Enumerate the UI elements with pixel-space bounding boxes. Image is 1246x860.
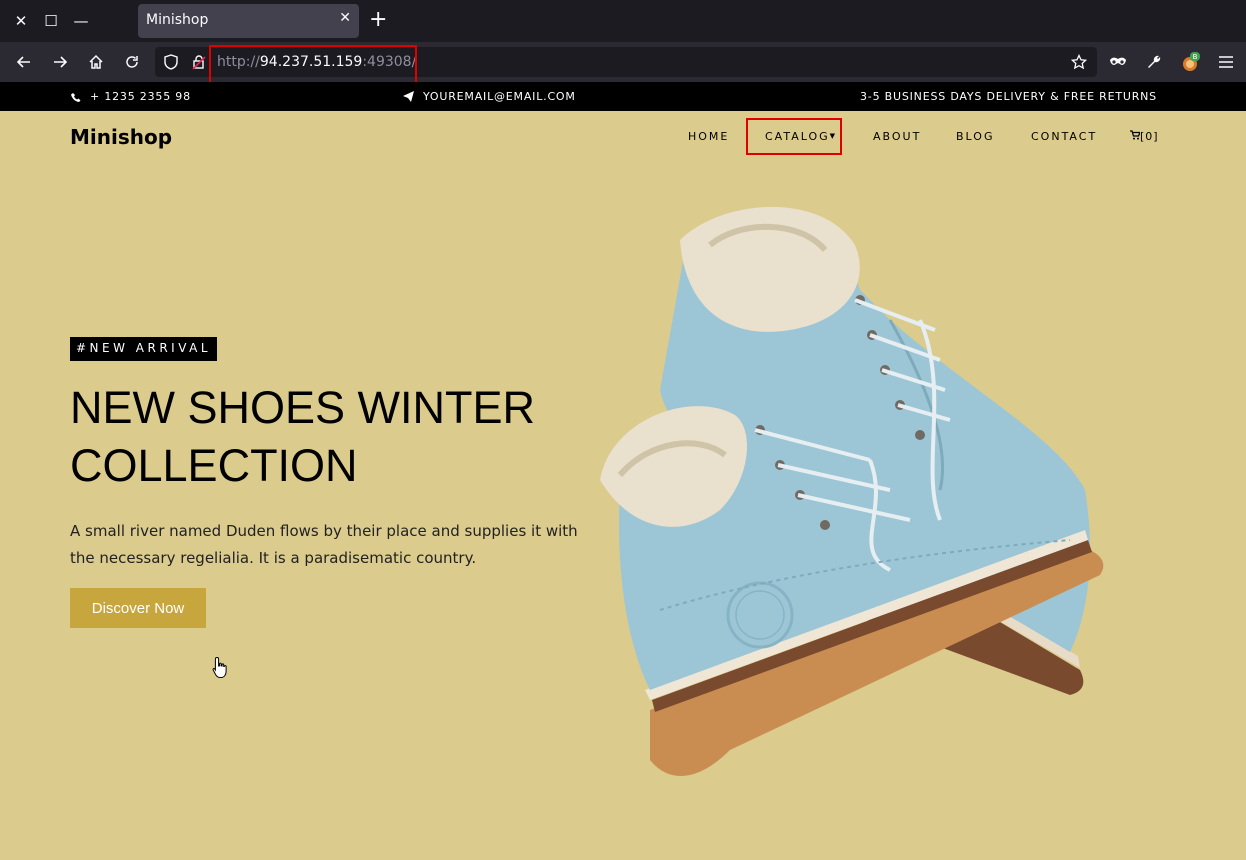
- close-window-icon[interactable]: ✕: [9, 9, 33, 33]
- close-tab-icon[interactable]: ✕: [339, 10, 351, 26]
- nav-blog[interactable]: BLOG: [956, 130, 994, 143]
- site-topbar: + 1235 2355 98 YOUREMAIL@EMAIL.COM 3-5 B…: [0, 82, 1246, 111]
- home-icon[interactable]: [84, 50, 108, 74]
- phone-icon: [71, 92, 81, 102]
- paper-plane-icon: [403, 91, 414, 102]
- phone-text: + 1235 2355 98: [90, 90, 191, 103]
- browser-nav-bar: http://94.237.51.159:49308/ B: [0, 42, 1246, 82]
- new-arrival-tag: #NEW ARRIVAL: [70, 337, 218, 361]
- nav-about[interactable]: ABOUT: [873, 130, 921, 143]
- nav-home[interactable]: HOME: [688, 130, 729, 143]
- shield-icon[interactable]: [159, 50, 183, 74]
- extension-badge: B: [1193, 53, 1198, 61]
- wrench-icon[interactable]: [1142, 50, 1166, 74]
- topbar-email: YOUREMAIL@EMAIL.COM: [403, 90, 576, 103]
- extension-icon[interactable]: B: [1178, 50, 1202, 74]
- nav-cart[interactable]: [0]: [1130, 130, 1159, 143]
- winter-boots-image: [600, 206, 1104, 777]
- topbar-phone: + 1235 2355 98: [71, 90, 191, 103]
- site-logo[interactable]: Minishop: [70, 125, 172, 149]
- topbar-shipping: 3-5 BUSINESS DAYS DELIVERY & FREE RETURN…: [860, 90, 1157, 103]
- insecure-lock-icon[interactable]: [187, 50, 211, 74]
- private-mask-icon[interactable]: [1106, 50, 1130, 74]
- catalog-highlight-box: [746, 118, 842, 155]
- hand-cursor-icon: [212, 656, 227, 678]
- browser-tab-bar: ✕ ☐ — Minishop ✕ +: [0, 0, 1246, 42]
- reload-icon[interactable]: [120, 50, 144, 74]
- hamburger-menu-icon[interactable]: [1214, 50, 1238, 74]
- minimize-window-icon[interactable]: —: [69, 9, 93, 33]
- hero-description: A small river named Duden flows by their…: [70, 522, 578, 567]
- browser-tab[interactable]: Minishop ✕: [138, 4, 359, 38]
- shipping-text: 3-5 BUSINESS DAYS DELIVERY & FREE RETURN…: [860, 90, 1157, 103]
- new-tab-icon[interactable]: +: [369, 7, 387, 33]
- cart-icon: [1130, 130, 1141, 140]
- maximize-window-icon[interactable]: ☐: [39, 9, 63, 33]
- nav-contact[interactable]: CONTACT: [1031, 130, 1097, 143]
- forward-icon[interactable]: [48, 50, 72, 74]
- bookmark-star-icon[interactable]: [1067, 50, 1091, 74]
- email-text: YOUREMAIL@EMAIL.COM: [423, 90, 576, 103]
- back-icon[interactable]: [12, 50, 36, 74]
- discover-now-button[interactable]: Discover Now: [70, 588, 206, 628]
- cart-count: [0]: [1140, 130, 1159, 143]
- hero-title: NEW SHOES WINTER COLLECTION: [70, 382, 536, 491]
- tab-title: Minishop: [146, 12, 209, 28]
- url-highlight-box: [209, 45, 417, 85]
